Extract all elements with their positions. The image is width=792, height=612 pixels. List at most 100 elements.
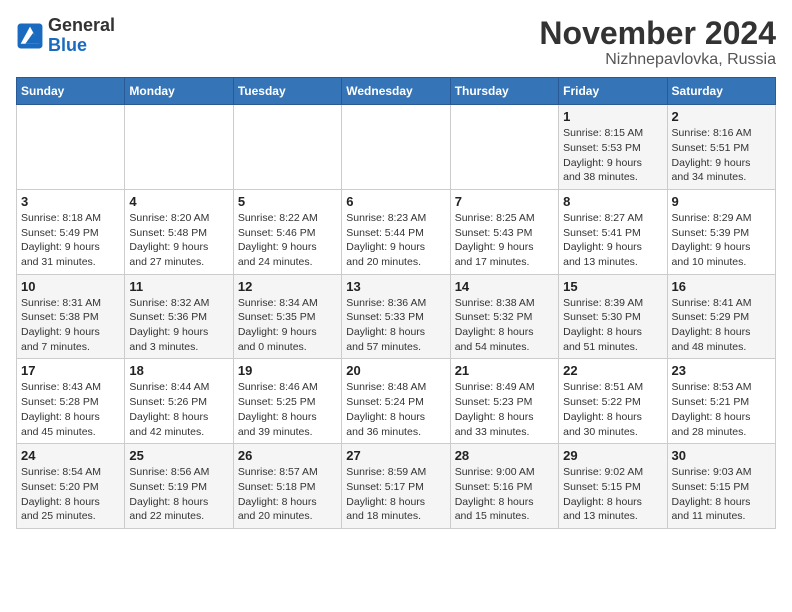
day-number: 2 bbox=[672, 109, 771, 124]
day-number: 14 bbox=[455, 279, 554, 294]
weekday-header: Thursday bbox=[450, 78, 558, 105]
day-number: 11 bbox=[129, 279, 228, 294]
day-info: Sunrise: 8:20 AM Sunset: 5:48 PM Dayligh… bbox=[129, 211, 228, 270]
calendar-subtitle: Nizhnepavlovka, Russia bbox=[539, 51, 776, 69]
day-info: Sunrise: 8:15 AM Sunset: 5:53 PM Dayligh… bbox=[563, 126, 662, 185]
calendar-cell: 14 Sunrise: 8:38 AM Sunset: 5:32 PM Dayli… bbox=[450, 274, 558, 359]
day-info: Sunrise: 8:44 AM Sunset: 5:26 PM Dayligh… bbox=[129, 380, 228, 439]
day-info: Sunrise: 9:02 AM Sunset: 5:15 PM Dayligh… bbox=[563, 465, 662, 524]
logo-icon bbox=[16, 22, 44, 50]
calendar-cell: 19Sunrise: 8:46 AM Sunset: 5:25 PM Dayli… bbox=[233, 359, 341, 444]
calendar-cell: 21 Sunrise: 8:49 AM Sunset: 5:23 PM Dayli… bbox=[450, 359, 558, 444]
calendar-cell: 18Sunrise: 8:44 AM Sunset: 5:26 PM Dayli… bbox=[125, 359, 233, 444]
calendar-week-row: 24 Sunrise: 8:54 AM Sunset: 5:20 PM Dayli… bbox=[17, 444, 776, 529]
logo-general-text: General bbox=[48, 15, 115, 35]
day-info: Sunrise: 8:27 AM Sunset: 5:41 PM Dayligh… bbox=[563, 211, 662, 270]
calendar-cell: 6 Sunrise: 8:23 AM Sunset: 5:44 PM Daylig… bbox=[342, 189, 450, 274]
calendar-table: SundayMondayTuesdayWednesdayThursdayFrid… bbox=[16, 77, 776, 529]
weekday-header: Sunday bbox=[17, 78, 125, 105]
calendar-week-row: 17 Sunrise: 8:43 AM Sunset: 5:28 PM Dayli… bbox=[17, 359, 776, 444]
calendar-week-row: 3 Sunrise: 8:18 AM Sunset: 5:49 PM Daylig… bbox=[17, 189, 776, 274]
calendar-cell: 13 Sunrise: 8:36 AM Sunset: 5:33 PM Dayli… bbox=[342, 274, 450, 359]
calendar-cell: 28Sunrise: 9:00 AM Sunset: 5:16 PM Dayli… bbox=[450, 444, 558, 529]
weekday-header: Tuesday bbox=[233, 78, 341, 105]
calendar-cell bbox=[233, 105, 341, 190]
weekday-header: Friday bbox=[559, 78, 667, 105]
day-info: Sunrise: 8:18 AM Sunset: 5:49 PM Dayligh… bbox=[21, 211, 120, 270]
day-number: 13 bbox=[346, 279, 445, 294]
day-number: 28 bbox=[455, 448, 554, 463]
calendar-cell: 23Sunrise: 8:53 AM Sunset: 5:21 PM Dayli… bbox=[667, 359, 775, 444]
calendar-cell: 8 Sunrise: 8:27 AM Sunset: 5:41 PM Daylig… bbox=[559, 189, 667, 274]
day-info: Sunrise: 8:32 AM Sunset: 5:36 PM Dayligh… bbox=[129, 296, 228, 355]
weekday-header: Saturday bbox=[667, 78, 775, 105]
day-number: 8 bbox=[563, 194, 662, 209]
day-number: 22 bbox=[563, 363, 662, 378]
day-info: Sunrise: 8:39 AM Sunset: 5:30 PM Dayligh… bbox=[563, 296, 662, 355]
calendar-cell: 11 Sunrise: 8:32 AM Sunset: 5:36 PM Dayli… bbox=[125, 274, 233, 359]
day-info: Sunrise: 8:41 AM Sunset: 5:29 PM Dayligh… bbox=[672, 296, 771, 355]
day-number: 25 bbox=[129, 448, 228, 463]
day-number: 15 bbox=[563, 279, 662, 294]
day-info: Sunrise: 8:49 AM Sunset: 5:23 PM Dayligh… bbox=[455, 380, 554, 439]
day-number: 30 bbox=[672, 448, 771, 463]
calendar-cell: 17 Sunrise: 8:43 AM Sunset: 5:28 PM Dayli… bbox=[17, 359, 125, 444]
calendar-cell: 29 Sunrise: 9:02 AM Sunset: 5:15 PM Dayli… bbox=[559, 444, 667, 529]
day-number: 20 bbox=[346, 363, 445, 378]
calendar-cell: 10Sunrise: 8:31 AM Sunset: 5:38 PM Dayli… bbox=[17, 274, 125, 359]
day-number: 3 bbox=[21, 194, 120, 209]
day-number: 29 bbox=[563, 448, 662, 463]
day-number: 6 bbox=[346, 194, 445, 209]
calendar-cell bbox=[342, 105, 450, 190]
calendar-header-row: SundayMondayTuesdayWednesdayThursdayFrid… bbox=[17, 78, 776, 105]
day-info: Sunrise: 8:57 AM Sunset: 5:18 PM Dayligh… bbox=[238, 465, 337, 524]
calendar-week-row: 1Sunrise: 8:15 AM Sunset: 5:53 PM Daylig… bbox=[17, 105, 776, 190]
calendar-cell: 24 Sunrise: 8:54 AM Sunset: 5:20 PM Dayli… bbox=[17, 444, 125, 529]
calendar-cell: 12 Sunrise: 8:34 AM Sunset: 5:35 PM Dayli… bbox=[233, 274, 341, 359]
calendar-cell: 16 Sunrise: 8:41 AM Sunset: 5:29 PM Dayli… bbox=[667, 274, 775, 359]
title-block: November 2024 Nizhnepavlovka, Russia bbox=[539, 16, 776, 69]
day-number: 24 bbox=[21, 448, 120, 463]
day-info: Sunrise: 8:43 AM Sunset: 5:28 PM Dayligh… bbox=[21, 380, 120, 439]
calendar-week-row: 10Sunrise: 8:31 AM Sunset: 5:38 PM Dayli… bbox=[17, 274, 776, 359]
calendar-cell: 4 Sunrise: 8:20 AM Sunset: 5:48 PM Daylig… bbox=[125, 189, 233, 274]
day-number: 12 bbox=[238, 279, 337, 294]
day-info: Sunrise: 8:59 AM Sunset: 5:17 PM Dayligh… bbox=[346, 465, 445, 524]
day-number: 17 bbox=[21, 363, 120, 378]
calendar-title: November 2024 bbox=[539, 16, 776, 51]
logo: General Blue bbox=[16, 16, 115, 56]
day-info: Sunrise: 8:53 AM Sunset: 5:21 PM Dayligh… bbox=[672, 380, 771, 439]
day-info: Sunrise: 8:36 AM Sunset: 5:33 PM Dayligh… bbox=[346, 296, 445, 355]
day-number: 19 bbox=[238, 363, 337, 378]
day-number: 26 bbox=[238, 448, 337, 463]
day-info: Sunrise: 8:34 AM Sunset: 5:35 PM Dayligh… bbox=[238, 296, 337, 355]
calendar-cell: 25Sunrise: 8:56 AM Sunset: 5:19 PM Dayli… bbox=[125, 444, 233, 529]
day-info: Sunrise: 9:03 AM Sunset: 5:15 PM Dayligh… bbox=[672, 465, 771, 524]
calendar-cell: 2Sunrise: 8:16 AM Sunset: 5:51 PM Daylig… bbox=[667, 105, 775, 190]
calendar-cell: 7 Sunrise: 8:25 AM Sunset: 5:43 PM Daylig… bbox=[450, 189, 558, 274]
day-number: 21 bbox=[455, 363, 554, 378]
calendar-cell bbox=[125, 105, 233, 190]
calendar-cell: 9 Sunrise: 8:29 AM Sunset: 5:39 PM Daylig… bbox=[667, 189, 775, 274]
day-number: 5 bbox=[238, 194, 337, 209]
calendar-cell bbox=[17, 105, 125, 190]
day-info: Sunrise: 8:38 AM Sunset: 5:32 PM Dayligh… bbox=[455, 296, 554, 355]
day-number: 16 bbox=[672, 279, 771, 294]
calendar-cell: 20 Sunrise: 8:48 AM Sunset: 5:24 PM Dayli… bbox=[342, 359, 450, 444]
day-info: Sunrise: 8:54 AM Sunset: 5:20 PM Dayligh… bbox=[21, 465, 120, 524]
day-info: Sunrise: 8:29 AM Sunset: 5:39 PM Dayligh… bbox=[672, 211, 771, 270]
calendar-cell: 1Sunrise: 8:15 AM Sunset: 5:53 PM Daylig… bbox=[559, 105, 667, 190]
calendar-cell: 3 Sunrise: 8:18 AM Sunset: 5:49 PM Daylig… bbox=[17, 189, 125, 274]
calendar-cell: 22Sunrise: 8:51 AM Sunset: 5:22 PM Dayli… bbox=[559, 359, 667, 444]
calendar-cell: 27Sunrise: 8:59 AM Sunset: 5:17 PM Dayli… bbox=[342, 444, 450, 529]
day-info: Sunrise: 8:48 AM Sunset: 5:24 PM Dayligh… bbox=[346, 380, 445, 439]
page-header: General Blue November 2024 Nizhnepavlovk… bbox=[16, 16, 776, 69]
logo-blue-text: Blue bbox=[48, 35, 87, 55]
calendar-cell: 5Sunrise: 8:22 AM Sunset: 5:46 PM Daylig… bbox=[233, 189, 341, 274]
day-info: Sunrise: 8:25 AM Sunset: 5:43 PM Dayligh… bbox=[455, 211, 554, 270]
day-number: 4 bbox=[129, 194, 228, 209]
day-info: Sunrise: 8:23 AM Sunset: 5:44 PM Dayligh… bbox=[346, 211, 445, 270]
calendar-cell bbox=[450, 105, 558, 190]
day-number: 7 bbox=[455, 194, 554, 209]
day-number: 9 bbox=[672, 194, 771, 209]
